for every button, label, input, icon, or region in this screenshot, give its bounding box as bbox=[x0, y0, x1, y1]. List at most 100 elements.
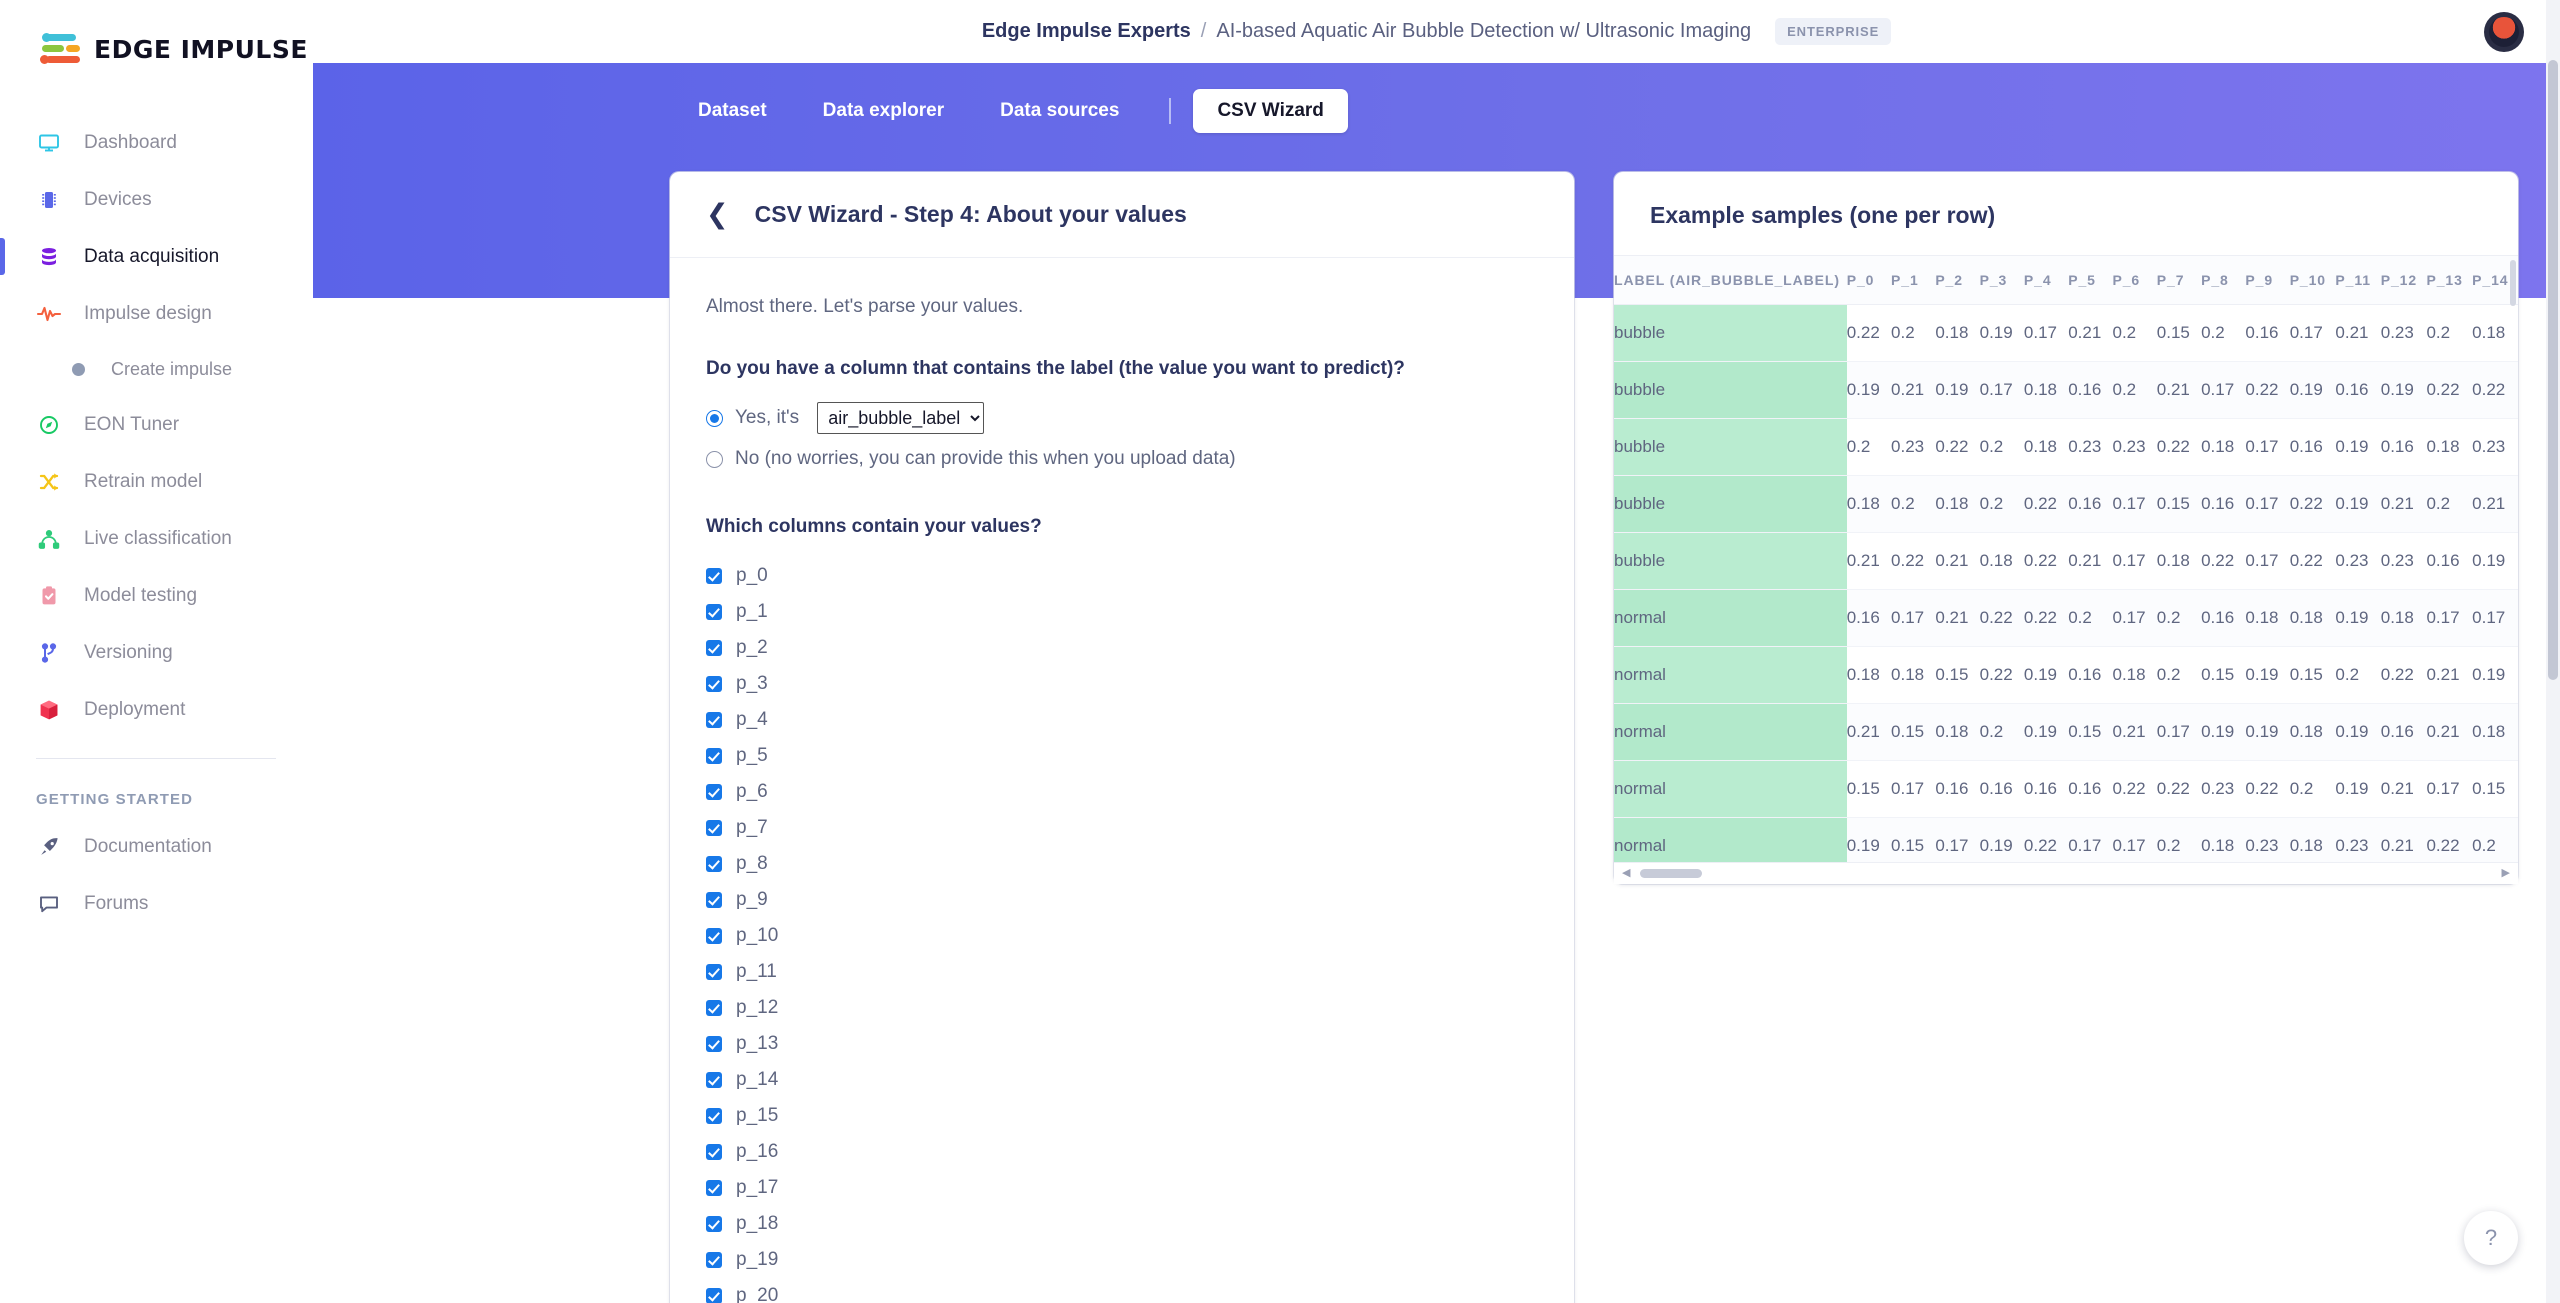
page-scrollbar[interactable] bbox=[2546, 0, 2560, 1303]
column-checkbox-row[interactable]: p_7 bbox=[706, 810, 1538, 846]
chevron-left-icon[interactable]: ❮ bbox=[706, 201, 729, 228]
radio-yes-input[interactable] bbox=[706, 410, 723, 427]
column-checkbox[interactable] bbox=[706, 1216, 722, 1232]
column-checkbox[interactable] bbox=[706, 568, 722, 584]
sidebar-item-data-acquisition[interactable]: Data acquisition bbox=[0, 228, 312, 285]
horizontal-scroll-track[interactable] bbox=[1636, 869, 2495, 878]
tab-dataset[interactable]: Dataset bbox=[670, 90, 795, 132]
column-checkbox[interactable] bbox=[706, 784, 722, 800]
column-checkbox-row[interactable]: p_16 bbox=[706, 1134, 1538, 1170]
sidebar-item-impulse-design[interactable]: Impulse design bbox=[0, 285, 312, 342]
column-checkbox[interactable] bbox=[706, 928, 722, 944]
column-checkbox[interactable] bbox=[706, 748, 722, 764]
column-checkbox-row[interactable]: p_20 bbox=[706, 1278, 1538, 1303]
radio-no-input[interactable] bbox=[706, 451, 723, 468]
table-cell-value: 0.17 bbox=[2245, 533, 2289, 590]
csv-wizard-card: ❮ CSV Wizard - Step 4: About your values… bbox=[670, 172, 1574, 1303]
table-row[interactable]: normal0.160.170.210.220.220.20.170.20.16… bbox=[1614, 590, 2518, 647]
column-checkbox-row[interactable]: p_18 bbox=[706, 1206, 1538, 1242]
scroll-right-icon[interactable]: ▶ bbox=[2502, 868, 2510, 879]
column-checkbox-row[interactable]: p_8 bbox=[706, 846, 1538, 882]
table-cell-value: 0.21 bbox=[1891, 362, 1935, 419]
tab-data-explorer[interactable]: Data explorer bbox=[795, 90, 972, 132]
column-checkbox[interactable] bbox=[706, 1144, 722, 1160]
column-checkbox-row[interactable]: p_2 bbox=[706, 630, 1538, 666]
sidebar-item-retrain-model[interactable]: Retrain model bbox=[0, 453, 312, 510]
column-checkbox-row[interactable]: p_17 bbox=[706, 1170, 1538, 1206]
column-checkbox[interactable] bbox=[706, 892, 722, 908]
column-checkbox-row[interactable]: p_15 bbox=[706, 1098, 1538, 1134]
label-column-select[interactable]: air_bubble_label bbox=[817, 402, 984, 434]
sidebar-item-deployment[interactable]: Deployment bbox=[0, 681, 312, 738]
column-checkbox[interactable] bbox=[706, 1000, 722, 1016]
brand-logo[interactable]: EDGE IMPULSE bbox=[0, 0, 312, 98]
column-checkbox-row[interactable]: p_11 bbox=[706, 954, 1538, 990]
table-row[interactable]: normal0.210.150.180.20.190.150.210.170.1… bbox=[1614, 704, 2518, 761]
horizontal-scroll-thumb[interactable] bbox=[1640, 869, 1702, 878]
column-checkbox-row[interactable]: p_14 bbox=[706, 1062, 1538, 1098]
compass-icon bbox=[36, 412, 62, 438]
rocket-icon bbox=[36, 834, 62, 860]
column-checkbox[interactable] bbox=[706, 640, 722, 656]
column-checkbox-label: p_5 bbox=[736, 745, 768, 767]
sidebar-item-forums[interactable]: Forums bbox=[0, 875, 312, 932]
column-checkbox[interactable] bbox=[706, 676, 722, 692]
column-checkbox[interactable] bbox=[706, 1180, 722, 1196]
scroll-left-icon[interactable]: ◀ bbox=[1622, 868, 1630, 879]
table-row[interactable]: bubble0.210.220.210.180.220.210.170.180.… bbox=[1614, 533, 2518, 590]
table-row[interactable]: normal0.180.180.150.220.190.160.180.20.1… bbox=[1614, 647, 2518, 704]
table-row[interactable]: normal0.150.170.160.160.160.160.220.220.… bbox=[1614, 761, 2518, 818]
column-checkbox-row[interactable]: p_3 bbox=[706, 666, 1538, 702]
table-row[interactable]: normal0.190.150.170.190.220.170.170.20.1… bbox=[1614, 818, 2518, 863]
breadcrumb-project[interactable]: AI-based Aquatic Air Bubble Detection w/… bbox=[1216, 20, 1751, 43]
column-checkbox[interactable] bbox=[706, 964, 722, 980]
page-scroll-thumb[interactable] bbox=[2548, 60, 2558, 680]
breadcrumb-org[interactable]: Edge Impulse Experts bbox=[982, 20, 1191, 43]
table-row[interactable]: bubble0.180.20.180.20.220.160.170.150.16… bbox=[1614, 476, 2518, 533]
column-checkbox[interactable] bbox=[706, 1108, 722, 1124]
column-checkbox[interactable] bbox=[706, 820, 722, 836]
sidebar-item-versioning[interactable]: Versioning bbox=[0, 624, 312, 681]
sidebar-item-eon-tuner[interactable]: EON Tuner bbox=[0, 396, 312, 453]
column-checkbox[interactable] bbox=[706, 604, 722, 620]
column-checkbox-row[interactable]: p_9 bbox=[706, 882, 1538, 918]
sidebar-item-label: Data acquisition bbox=[84, 246, 219, 268]
table-row[interactable]: bubble0.190.210.190.170.180.160.20.210.1… bbox=[1614, 362, 2518, 419]
sidebar-item-devices[interactable]: Devices bbox=[0, 171, 312, 228]
table-vertical-scroll-thumb[interactable] bbox=[2510, 260, 2516, 306]
column-checkbox-row[interactable]: p_0 bbox=[706, 558, 1538, 594]
column-checkbox-row[interactable]: p_4 bbox=[706, 702, 1538, 738]
table-cell-value: 0.19 bbox=[2335, 704, 2380, 761]
column-checkbox[interactable] bbox=[706, 856, 722, 872]
tab-data-sources[interactable]: Data sources bbox=[972, 90, 1147, 132]
column-checkbox-row[interactable]: p_13 bbox=[706, 1026, 1538, 1062]
column-checkbox[interactable] bbox=[706, 712, 722, 728]
samples-scroll-area[interactable]: LABEL (AIR_BUBBLE_LABEL)P_0P_1P_2P_3P_4P… bbox=[1614, 255, 2518, 862]
radio-option-yes[interactable]: Yes, it's air_bubble_label bbox=[706, 402, 1538, 434]
sidebar-item-create-impulse[interactable]: Create impulse bbox=[0, 342, 312, 396]
table-vertical-scrollbar[interactable] bbox=[2507, 256, 2516, 840]
avatar[interactable] bbox=[2484, 12, 2524, 52]
table-horizontal-scrollbar[interactable]: ◀ ▶ bbox=[1614, 862, 2518, 884]
column-checkbox[interactable] bbox=[706, 1072, 722, 1088]
column-checkbox-row[interactable]: p_5 bbox=[706, 738, 1538, 774]
help-button[interactable]: ? bbox=[2464, 1211, 2518, 1265]
column-checkbox-row[interactable]: p_1 bbox=[706, 594, 1538, 630]
sidebar-item-dashboard[interactable]: Dashboard bbox=[0, 114, 312, 171]
sidebar-item-live-classification[interactable]: Live classification bbox=[0, 510, 312, 567]
column-checkbox-row[interactable]: p_12 bbox=[706, 990, 1538, 1026]
sidebar-item-model-testing[interactable]: Model testing bbox=[0, 567, 312, 624]
table-row[interactable]: bubble0.220.20.180.190.170.210.20.150.20… bbox=[1614, 305, 2518, 362]
radio-option-no[interactable]: No (no worries, you can provide this whe… bbox=[706, 448, 1538, 470]
value-columns-list: p_0p_1p_2p_3p_4p_5p_6p_7p_8p_9p_10p_11p_… bbox=[706, 558, 1538, 1303]
table-cell-value: 0.18 bbox=[2201, 419, 2245, 476]
column-checkbox-row[interactable]: p_6 bbox=[706, 774, 1538, 810]
column-checkbox[interactable] bbox=[706, 1288, 722, 1303]
column-checkbox-row[interactable]: p_19 bbox=[706, 1242, 1538, 1278]
tab-csv-wizard[interactable]: CSV Wizard bbox=[1193, 89, 1347, 133]
table-row[interactable]: bubble0.20.230.220.20.180.230.230.220.18… bbox=[1614, 419, 2518, 476]
column-checkbox[interactable] bbox=[706, 1252, 722, 1268]
column-checkbox-row[interactable]: p_10 bbox=[706, 918, 1538, 954]
column-checkbox[interactable] bbox=[706, 1036, 722, 1052]
sidebar-item-documentation[interactable]: Documentation bbox=[0, 818, 312, 875]
